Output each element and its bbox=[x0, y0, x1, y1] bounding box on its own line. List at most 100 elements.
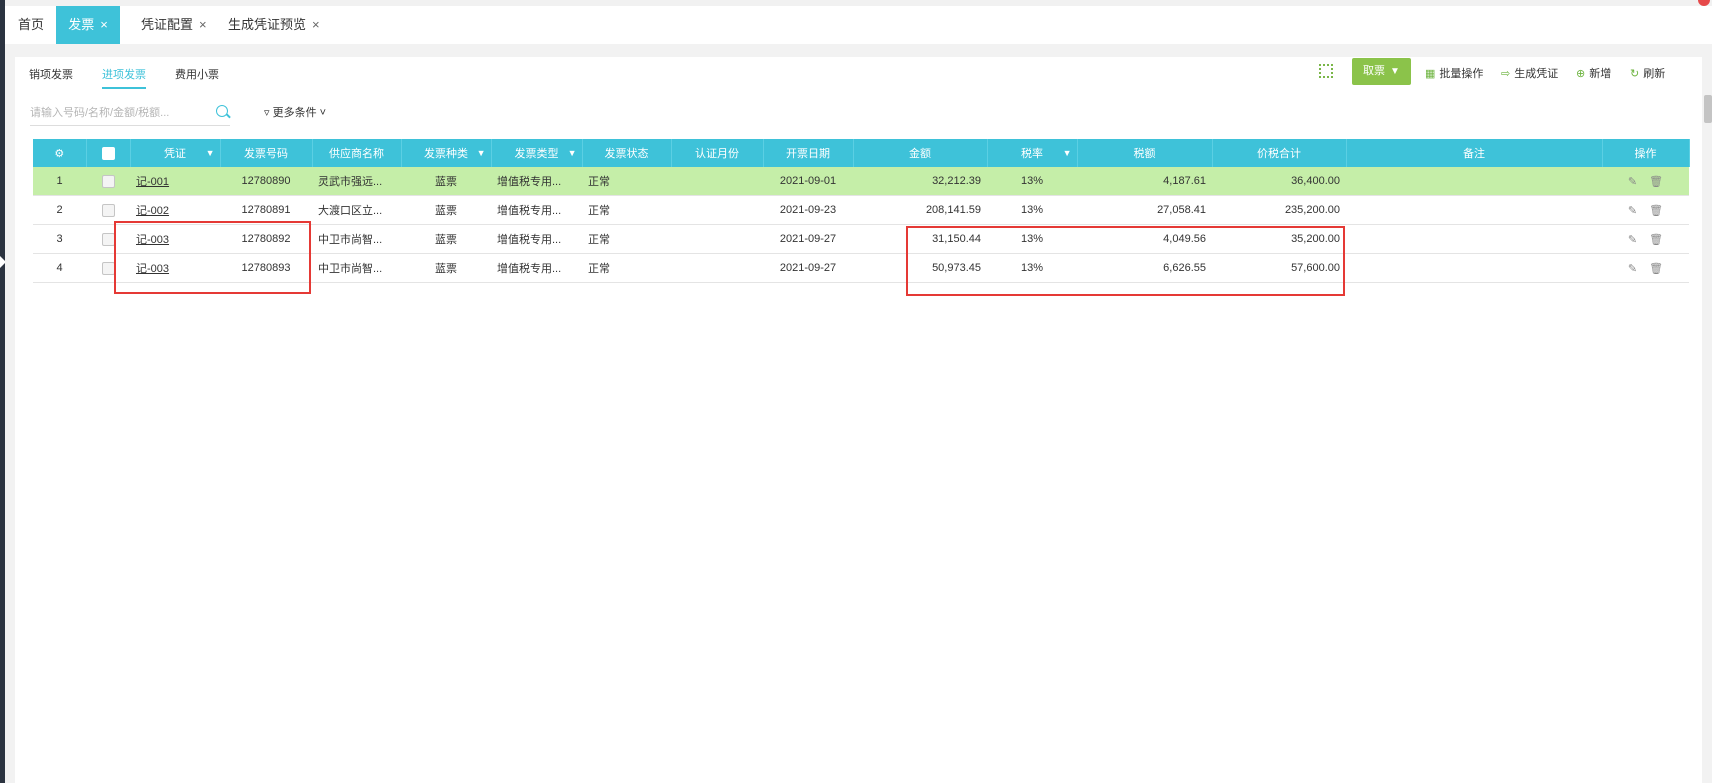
table-row[interactable]: 4 记-003 12780893 中卫市尚智... 蓝票 增值税专用... 正常… bbox=[33, 253, 1689, 283]
search-input[interactable] bbox=[30, 103, 200, 123]
page-tab-bar: 首页 发票 × 凭证配置 × 生成凭证预览 × bbox=[5, 6, 1712, 45]
page-tab-voucher-preview[interactable]: 生成凭证预览 × bbox=[228, 6, 320, 44]
invoice-status: 正常 bbox=[582, 195, 671, 225]
invoice-date: 2021-09-27 bbox=[763, 253, 853, 283]
col-header-remark: 备注 bbox=[1346, 139, 1603, 167]
table-row[interactable]: 1 记-001 12780890 灵武市强远... 蓝票 增值税专用... 正常… bbox=[33, 167, 1689, 196]
search-icon[interactable] bbox=[216, 105, 228, 117]
button-label: 新增 bbox=[1589, 68, 1612, 80]
trash-icon[interactable]: 🗑 bbox=[1649, 234, 1663, 246]
invoice-kind: 蓝票 bbox=[401, 224, 491, 254]
filter-icon[interactable]: ▼ bbox=[206, 148, 215, 158]
page-tab-home[interactable]: 首页 bbox=[18, 6, 44, 44]
page-tab-label: 生成凭证预览 bbox=[228, 17, 307, 32]
page-tab-invoice[interactable]: 发票 × bbox=[56, 6, 120, 44]
cert-month bbox=[671, 167, 763, 196]
edit-icon[interactable]: ✎ bbox=[1628, 205, 1637, 217]
supplier-name: 中卫市尚智... bbox=[312, 224, 401, 254]
col-header-tax: 税额 bbox=[1077, 139, 1213, 167]
take-ticket-button[interactable]: 取票 ▼ bbox=[1352, 58, 1411, 85]
trash-icon[interactable]: 🗑 bbox=[1649, 176, 1663, 188]
invoice-status: 正常 bbox=[582, 253, 671, 283]
voucher-link[interactable]: 记-001 bbox=[136, 176, 169, 188]
scrollbar[interactable] bbox=[1704, 95, 1712, 123]
filter-icon[interactable]: ▼ bbox=[568, 148, 577, 158]
col-header-kind[interactable]: 发票种类 ▼ bbox=[401, 139, 492, 167]
filter-icon[interactable]: ▼ bbox=[1063, 148, 1072, 158]
invoice-type: 增值税专用... bbox=[491, 224, 582, 254]
trash-icon[interactable]: 🗑 bbox=[1649, 205, 1663, 217]
invoice-kind: 蓝票 bbox=[401, 253, 491, 283]
add-button[interactable]: ⊕ 新增 bbox=[1576, 62, 1611, 86]
row-checkbox[interactable] bbox=[86, 253, 130, 283]
row-actions: ✎ 🗑 bbox=[1602, 253, 1689, 283]
row-number: 4 bbox=[33, 253, 86, 283]
voucher-link[interactable]: 记-003 bbox=[136, 234, 169, 246]
amount: 31,150.44 bbox=[853, 224, 987, 254]
button-label: 批量操作 bbox=[1439, 68, 1484, 80]
col-header-amount: 金额 bbox=[853, 139, 988, 167]
amount: 208,141.59 bbox=[853, 195, 987, 225]
col-header-date: 开票日期 bbox=[763, 139, 854, 167]
row-actions: ✎ 🗑 bbox=[1602, 167, 1689, 196]
plus-circle-icon: ⊕ bbox=[1576, 68, 1586, 80]
edit-icon[interactable]: ✎ bbox=[1628, 263, 1637, 275]
tax-rate: 13% bbox=[987, 224, 1077, 254]
invoice-kind: 蓝票 bbox=[401, 195, 491, 225]
tab-sales-invoice[interactable]: 销项发票 bbox=[29, 53, 73, 97]
col-header-invoice-no: 发票号码 bbox=[220, 139, 313, 167]
generate-voucher-button[interactable]: ⇨ 生成凭证 bbox=[1501, 62, 1558, 86]
tab-input-invoice[interactable]: 进项发票 bbox=[102, 53, 146, 97]
close-icon[interactable]: × bbox=[312, 17, 320, 32]
more-conditions-button[interactable]: ▿ 更多条件 ˅ bbox=[264, 104, 326, 120]
edit-icon[interactable]: ✎ bbox=[1628, 176, 1637, 188]
voucher-link[interactable]: 记-002 bbox=[136, 205, 169, 217]
remark bbox=[1346, 253, 1602, 283]
tab-expense-receipt[interactable]: 费用小票 bbox=[175, 53, 219, 97]
cert-month bbox=[671, 195, 763, 225]
row-checkbox[interactable] bbox=[86, 224, 130, 254]
close-icon[interactable]: × bbox=[100, 17, 108, 32]
tax-amount: 4,187.61 bbox=[1077, 167, 1212, 196]
row-checkbox[interactable] bbox=[86, 195, 130, 225]
supplier-name: 大渡口区立... bbox=[312, 195, 401, 225]
col-header-supplier: 供应商名称 bbox=[312, 139, 402, 167]
select-all-checkbox[interactable] bbox=[86, 139, 131, 167]
invoice-date: 2021-09-27 bbox=[763, 224, 853, 254]
invoice-status: 正常 bbox=[582, 224, 671, 254]
cert-month bbox=[671, 253, 763, 283]
tax-amount: 6,626.55 bbox=[1077, 253, 1212, 283]
col-header-voucher[interactable]: 凭证 ▼ bbox=[130, 139, 221, 167]
chevron-down-icon: ▼ bbox=[1390, 66, 1400, 77]
row-checkbox[interactable] bbox=[86, 167, 130, 196]
table-row[interactable]: 3 记-003 12780892 中卫市尚智... 蓝票 增值税专用... 正常… bbox=[33, 224, 1689, 254]
col-header-type[interactable]: 发票类型 ▼ bbox=[491, 139, 583, 167]
batch-icon: ▦ bbox=[1425, 68, 1436, 80]
voucher-link[interactable]: 记-003 bbox=[136, 263, 169, 275]
invoice-type: 增值税专用... bbox=[491, 167, 582, 196]
page-tab-label: 发票 bbox=[68, 17, 95, 32]
page-tab-label: 首页 bbox=[18, 17, 45, 32]
filter-icon[interactable]: ▼ bbox=[477, 148, 486, 158]
invoice-status: 正常 bbox=[582, 167, 671, 196]
row-number: 2 bbox=[33, 195, 86, 225]
trash-icon[interactable]: 🗑 bbox=[1649, 263, 1663, 275]
active-tab-underline bbox=[102, 87, 146, 89]
batch-operation-button[interactable]: ▦ 批量操作 bbox=[1425, 62, 1483, 86]
supplier-name: 中卫市尚智... bbox=[312, 253, 401, 283]
qrcode-icon[interactable] bbox=[1319, 64, 1333, 78]
page-tab-voucher-config[interactable]: 凭证配置 × bbox=[141, 6, 207, 44]
row-number: 3 bbox=[33, 224, 86, 254]
edit-icon[interactable]: ✎ bbox=[1628, 234, 1637, 246]
refresh-button[interactable]: ↻ 刷新 bbox=[1630, 62, 1665, 86]
remark bbox=[1346, 195, 1602, 225]
tax-rate: 13% bbox=[987, 195, 1077, 225]
column-settings-icon[interactable]: ⚙ bbox=[33, 139, 87, 167]
cert-month bbox=[671, 224, 763, 254]
chevron-down-icon: ˅ bbox=[319, 107, 327, 119]
tax-amount: 27,058.41 bbox=[1077, 195, 1212, 225]
col-header-rate[interactable]: 税率 ▼ bbox=[987, 139, 1078, 167]
table-row[interactable]: 2 记-002 12780891 大渡口区立... 蓝票 增值税专用... 正常… bbox=[33, 195, 1689, 225]
col-header-cert-month: 认证月份 bbox=[671, 139, 764, 167]
close-icon[interactable]: × bbox=[199, 17, 207, 32]
